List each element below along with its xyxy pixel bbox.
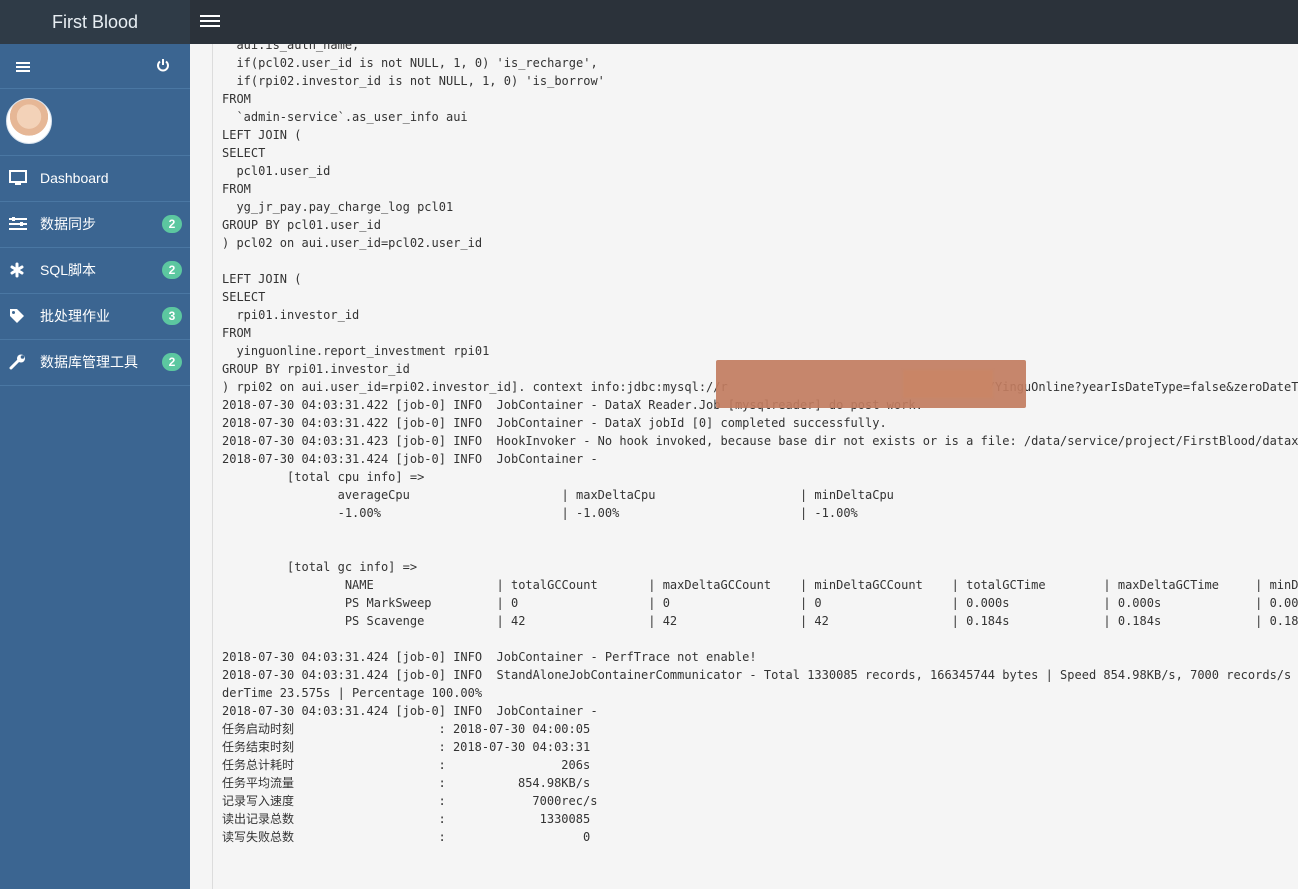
log-line: LEFT JOIN ( bbox=[222, 128, 302, 142]
log-line: derTime 23.575s | Percentage 100.00% bbox=[222, 686, 483, 700]
count-badge: 2 bbox=[162, 353, 182, 371]
log-output: aui.is_auth_name, if(pcl02.user_id is no… bbox=[213, 44, 1298, 846]
sidebar-item-batch-jobs[interactable]: 批处理作业 3 bbox=[0, 294, 190, 340]
log-line: 2018-07-30 04:03:31.423 [job-0] INFO Hoo… bbox=[222, 434, 1298, 448]
count-badge: 2 bbox=[162, 261, 182, 279]
log-line: aui.is_auth_name, bbox=[222, 44, 360, 52]
count-badge: 3 bbox=[162, 307, 182, 325]
sidebar-item-sql-script[interactable]: SQL脚本 2 bbox=[0, 248, 190, 294]
sidebar: Dashboard 数据同步 2 SQL脚本 2 批处理作业 3 数据库管理工具… bbox=[0, 44, 190, 889]
log-line: averageCpu | maxDeltaCpu | minDeltaCpu bbox=[222, 488, 894, 502]
log-line: FROM bbox=[222, 182, 251, 196]
redaction-block bbox=[903, 370, 993, 398]
power-icon[interactable] bbox=[156, 58, 170, 72]
log-line: 任务结束时刻 : 2018-07-30 04:03:31 bbox=[222, 740, 591, 754]
tag-icon bbox=[10, 309, 24, 323]
sidebar-collapse-icon[interactable] bbox=[16, 60, 30, 74]
sidebar-item-data-sync[interactable]: 数据同步 2 bbox=[0, 202, 190, 248]
sidebar-item-label: Dashboard bbox=[40, 170, 109, 186]
log-line: PS Scavenge | 42 | 42 | 42 | 0.184s | 0.… bbox=[222, 614, 1298, 628]
log-line: NAME | totalGCCount | maxDeltaGCCount | … bbox=[222, 578, 1298, 592]
log-panel: aui.is_auth_name, if(pcl02.user_id is no… bbox=[212, 44, 1298, 889]
sidebar-tools bbox=[0, 44, 190, 89]
log-line: 任务总计耗时 : 206s bbox=[222, 758, 591, 772]
user-panel bbox=[0, 89, 190, 156]
log-line: pcl01.user_id bbox=[222, 164, 331, 178]
log-line: if(pcl02.user_id is not NULL, 1, 0) 'is_… bbox=[222, 56, 598, 70]
log-line: 2018-07-30 04:03:31.424 [job-0] INFO Job… bbox=[222, 452, 598, 466]
log-line: GROUP BY pcl01.user_id bbox=[222, 218, 381, 232]
top-bar: First Blood bbox=[0, 0, 1298, 44]
log-line: [total gc info] => bbox=[222, 560, 418, 574]
log-line: rpi01.investor_id bbox=[222, 308, 360, 322]
log-line: 记录写入速度 : 7000rec/s bbox=[222, 794, 598, 808]
log-line: `admin-service`.as_user_info aui bbox=[222, 110, 468, 124]
avatar[interactable] bbox=[6, 98, 52, 144]
log-line: 2018-07-30 04:03:31.424 [job-0] INFO Sta… bbox=[222, 668, 1292, 682]
log-line: 2018-07-30 04:03:31.424 [job-0] INFO Job… bbox=[222, 704, 598, 718]
log-line: FROM bbox=[222, 326, 251, 340]
sidebar-item-label: 数据库管理工具 bbox=[40, 354, 138, 370]
asterisk-icon bbox=[10, 262, 24, 278]
sidebar-item-label: 数据同步 bbox=[40, 216, 96, 232]
log-line: SELECT bbox=[222, 290, 266, 304]
log-line: -1.00% | -1.00% | -1.00% bbox=[222, 506, 858, 520]
app-title[interactable]: First Blood bbox=[0, 0, 190, 44]
log-line: 任务启动时刻 : 2018-07-30 04:00:05 bbox=[222, 722, 591, 736]
menu-toggle-icon[interactable] bbox=[200, 12, 220, 32]
sidebar-item-label: 批处理作业 bbox=[40, 308, 110, 324]
monitor-icon bbox=[9, 170, 27, 185]
log-line: if(rpi02.investor_id is not NULL, 1, 0) … bbox=[222, 74, 605, 88]
log-line: 读写失败总数 : 0 bbox=[222, 830, 591, 844]
log-line: 读出记录总数 : 1330085 bbox=[222, 812, 591, 826]
log-line: 2018-07-30 04:03:31.424 [job-0] INFO Job… bbox=[222, 650, 757, 664]
count-badge: 2 bbox=[162, 215, 182, 233]
log-line: FROM bbox=[222, 92, 251, 106]
log-line: 2018-07-30 04:03:31.422 [job-0] INFO Job… bbox=[222, 416, 887, 430]
wrench-icon bbox=[9, 354, 25, 370]
log-line: yinguonline.report_investment rpi01 bbox=[222, 344, 490, 358]
log-line: SELECT bbox=[222, 146, 266, 160]
log-line: ) pcl02 on aui.user_id=pcl02.user_id bbox=[222, 236, 483, 250]
sidebar-item-label: SQL脚本 bbox=[40, 262, 97, 278]
sidebar-item-dashboard[interactable]: Dashboard bbox=[0, 156, 190, 202]
log-line: 任务平均流量 : 854.98KB/s bbox=[222, 776, 591, 790]
log-line: [total cpu info] => bbox=[222, 470, 425, 484]
log-line: PS MarkSweep | 0 | 0 | 0 | 0.000s | 0.00… bbox=[222, 596, 1298, 610]
log-line: yg_jr_pay.pay_charge_log pcl01 bbox=[222, 200, 454, 214]
list-icon bbox=[9, 217, 27, 230]
sidebar-item-db-tools[interactable]: 数据库管理工具 2 bbox=[0, 340, 190, 386]
log-line: LEFT JOIN ( bbox=[222, 272, 302, 286]
